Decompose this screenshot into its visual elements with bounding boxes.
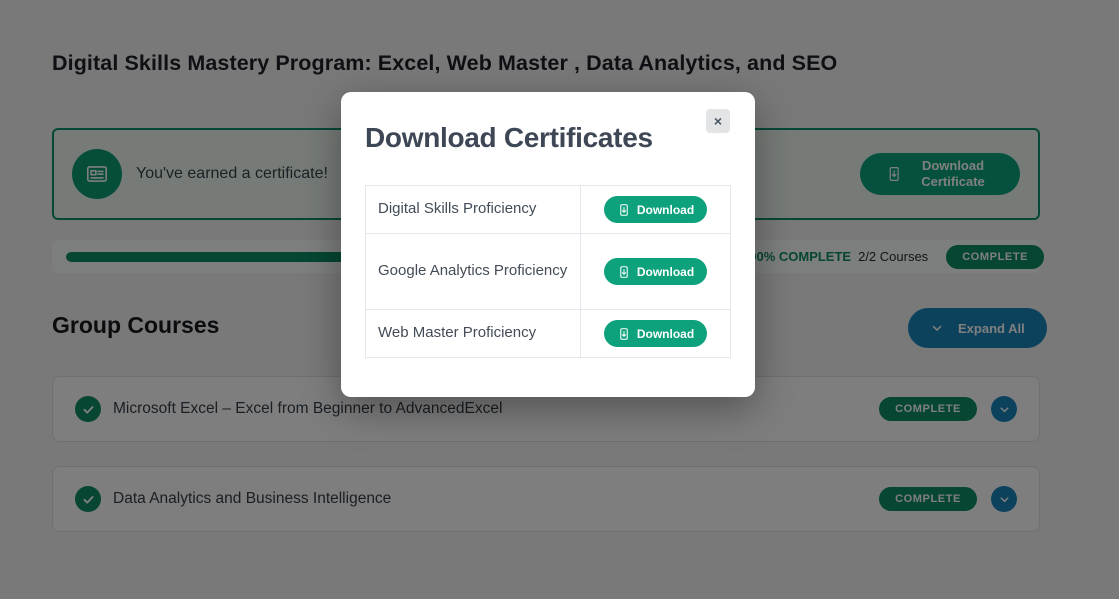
download-label: Download <box>637 265 694 279</box>
certificates-table: Digital Skills Proficiency Download Goog… <box>365 185 731 358</box>
download-label: Download <box>637 327 694 341</box>
download-icon <box>617 265 631 279</box>
table-cell: Download <box>581 310 731 358</box>
close-icon[interactable]: × <box>706 109 730 133</box>
certificate-name: Web Master Proficiency <box>366 310 581 358</box>
certificate-name: Google Analytics Proficiency <box>366 234 581 310</box>
download-icon <box>617 327 631 341</box>
download-certificates-modal: × Download Certificates Digital Skills P… <box>341 92 755 397</box>
download-button[interactable]: Download <box>604 258 707 285</box>
table-cell: Download <box>581 234 731 310</box>
certificate-name: Digital Skills Proficiency <box>366 186 581 234</box>
download-button[interactable]: Download <box>604 196 707 223</box>
download-label: Download <box>637 203 694 217</box>
modal-title: Download Certificates <box>365 122 653 154</box>
download-icon <box>617 203 631 217</box>
table-cell: Download <box>581 186 731 234</box>
download-button[interactable]: Download <box>604 320 707 347</box>
